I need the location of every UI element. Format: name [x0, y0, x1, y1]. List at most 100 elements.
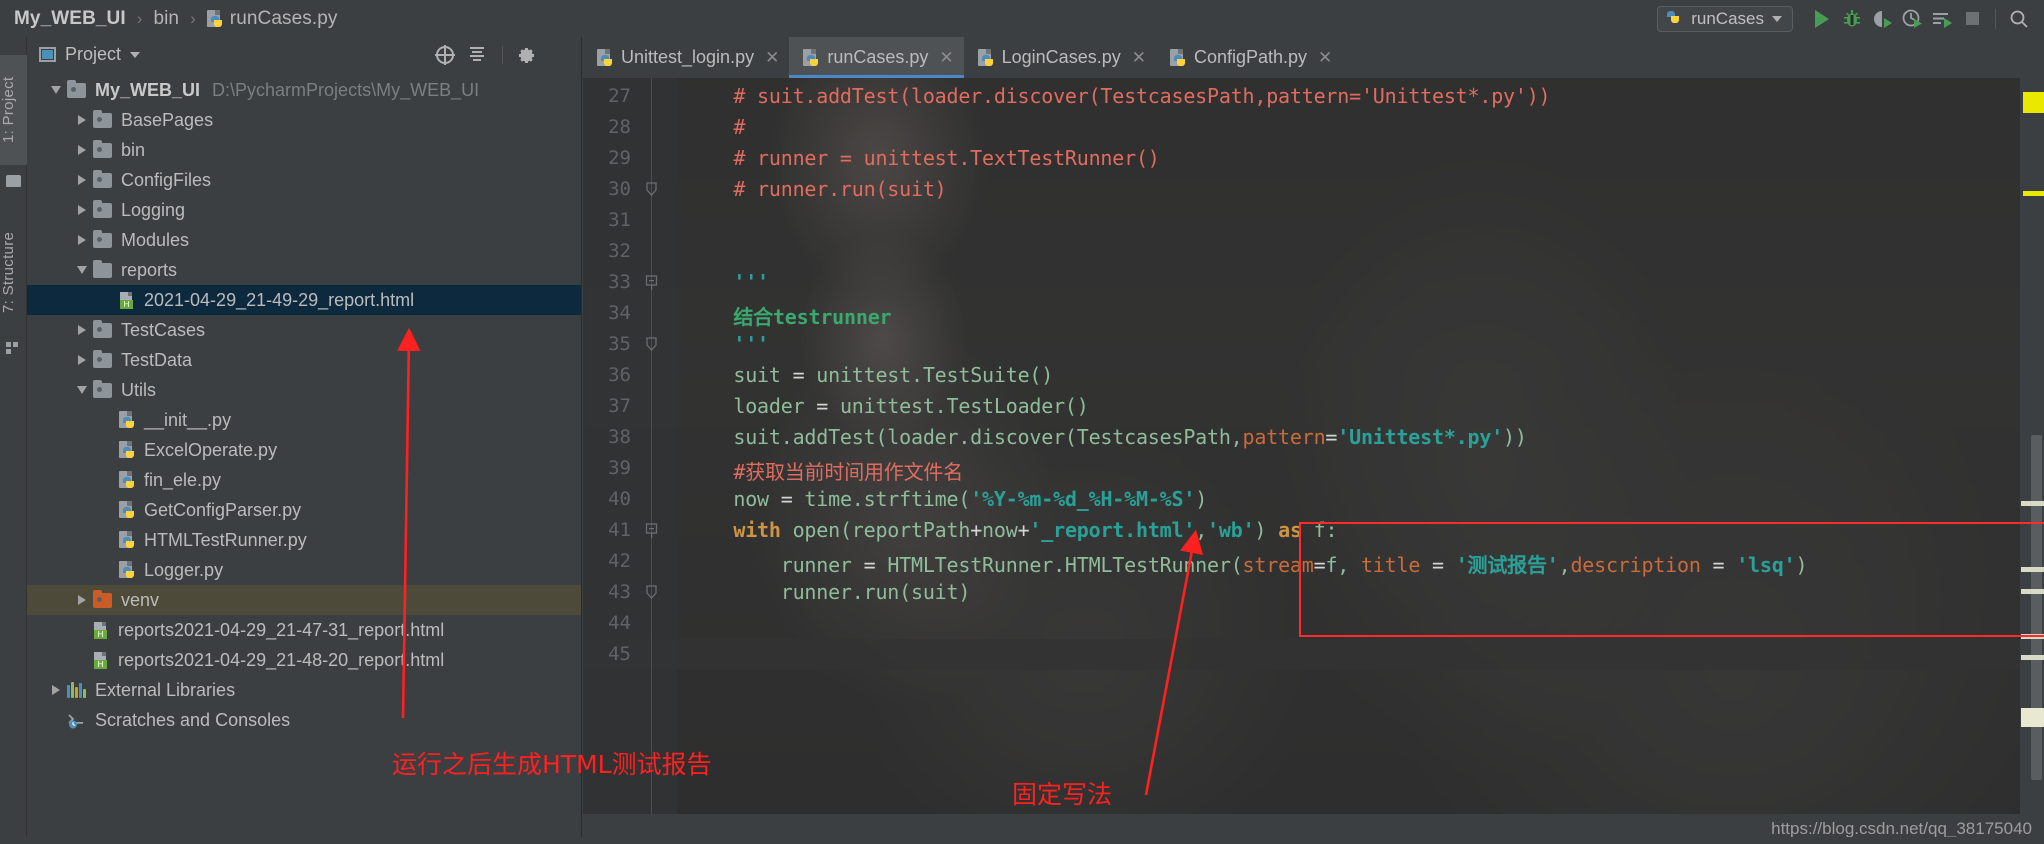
tree-item-testdata[interactable]: TestData	[27, 345, 581, 375]
tree-item-reports2021-04-29-21-47-31-report-html[interactable]: Hreports2021-04-29_21-47-31_report.html	[27, 615, 581, 645]
code-line-43[interactable]: runner.run(suit)	[686, 580, 971, 604]
sidebar-tab-project[interactable]: 1: Project	[0, 55, 27, 165]
coverage-icon[interactable]	[1867, 4, 1897, 34]
locate-icon[interactable]	[435, 44, 455, 65]
profile-icon[interactable]	[1897, 4, 1927, 34]
code-line-35[interactable]: '''	[686, 332, 769, 356]
code-line-41[interactable]: with open(reportPath+now+'_report.html',…	[686, 518, 1337, 542]
code-editor[interactable]: 27 28 29 30 31 32 33 34 35 36 37 38 39 40 41 42 43 44 45 #…	[583, 78, 2044, 844]
run-configuration-selector[interactable]: runCases	[1657, 5, 1793, 32]
tree-item-reports2021-04-29-21-48-20-report-html[interactable]: Hreports2021-04-29_21-48-20_report.html	[27, 645, 581, 675]
markers[interactable]	[2020, 78, 2044, 844]
search-icon[interactable]	[2004, 4, 2034, 34]
sidebar-tab-structure[interactable]: 7: Structure	[0, 212, 27, 332]
code-token: =	[1712, 553, 1737, 577]
code-line-42[interactable]: runner = HTMLTestRunner.HTMLTestRunner(s…	[686, 549, 1808, 578]
code-line-33[interactable]: '''	[686, 270, 769, 294]
tree-item-utils[interactable]: Utils	[27, 375, 581, 405]
chevron-right-icon[interactable]	[71, 145, 93, 155]
code-line-34[interactable]: 结合testrunner	[686, 301, 891, 330]
chevron-down-icon[interactable]	[71, 386, 93, 394]
code-line-37[interactable]: loader = unittest.TestLoader()	[686, 394, 1088, 418]
editor-tab-logincases-py[interactable]: LoginCases.py ✕	[964, 37, 1156, 78]
chevron-down-icon[interactable]	[71, 266, 93, 274]
chevron-right-icon[interactable]	[71, 205, 93, 215]
tree-item-bin[interactable]: bin	[27, 135, 581, 165]
tree-item-htmltestrunner-py[interactable]: HTMLTestRunner.py	[27, 525, 581, 555]
chevron-down-icon[interactable]	[45, 86, 67, 94]
code-line-38[interactable]: suit.addTest(loader.discover(TestcasesPa…	[686, 425, 1527, 449]
chevron-down-icon[interactable]	[1772, 15, 1782, 22]
folder-icon	[93, 199, 112, 218]
warning-marker[interactable]	[2023, 92, 2044, 113]
close-icon[interactable]: ✕	[762, 48, 779, 68]
code-line-40[interactable]: now = time.strftime('%Y-%m-%d_%H-%M-%S')	[686, 487, 1207, 511]
fold-end-icon[interactable]	[645, 585, 659, 599]
tree-item-reports[interactable]: reports	[27, 255, 581, 285]
code-line-36[interactable]: suit = unittest.TestSuite()	[686, 363, 1053, 387]
tree-item-venv[interactable]: venv	[27, 585, 581, 615]
collapse-all-icon[interactable]	[468, 45, 488, 65]
project-panel-title[interactable]: Project	[39, 44, 436, 65]
editor-scrollbar-thumb[interactable]	[2031, 435, 2042, 780]
editor-tab-unittest-login-py[interactable]: Unittest_login.py ✕	[583, 37, 789, 78]
change-marker[interactable]	[2021, 567, 2044, 572]
chevron-right-icon[interactable]	[71, 175, 93, 185]
tree-item-logger-py[interactable]: Logger.py	[27, 555, 581, 585]
code-line-39[interactable]: #获取当前时间用作文件名	[686, 456, 963, 485]
code-line-29[interactable]: # runner = unittest.TextTestRunner()	[686, 146, 1159, 170]
caret-position-marker[interactable]	[2021, 708, 2044, 727]
run-with-console-icon[interactable]	[1927, 4, 1957, 34]
tree-item-2021-04-29-21-49-29-report-html[interactable]: H 2021-04-29_21-49-29_report.html	[27, 285, 581, 315]
breadcrumb-item-file[interactable]: runCases.py	[206, 8, 338, 30]
chevron-down-icon[interactable]	[130, 51, 141, 58]
editor-marker-bar[interactable]	[2020, 37, 2044, 844]
chevron-right-icon[interactable]	[71, 235, 93, 245]
change-marker[interactable]	[2021, 634, 2044, 639]
run-icon[interactable]	[1807, 4, 1837, 34]
tree-item-label: Utils	[121, 379, 156, 400]
chevron-right-icon[interactable]	[71, 115, 93, 125]
tree-item--init-py[interactable]: __init__.py	[27, 405, 581, 435]
fold-start-icon[interactable]	[645, 275, 659, 290]
breadcrumb-item-folder[interactable]: bin	[153, 8, 179, 30]
tree-item-my-web-ui[interactable]: My_WEB_UI D:\PycharmProjects\My_WEB_UI	[27, 75, 581, 105]
minimize-icon[interactable]	[549, 45, 569, 65]
fold-end-icon[interactable]	[645, 337, 659, 351]
change-marker[interactable]	[2021, 501, 2044, 506]
close-icon[interactable]: ✕	[936, 48, 953, 68]
tree-item-modules[interactable]: Modules	[27, 225, 581, 255]
editor-tab-runcases-py[interactable]: runCases.py ✕	[789, 37, 964, 78]
tree-item-fin-ele-py[interactable]: fin_ele.py	[27, 465, 581, 495]
chevron-right-icon[interactable]	[71, 325, 93, 335]
stop-icon[interactable]	[1957, 4, 1987, 34]
tree-item-getconfigparser-py[interactable]: GetConfigParser.py	[27, 495, 581, 525]
chevron-right-icon[interactable]	[45, 685, 67, 695]
tree-item-exceloperate-py[interactable]: ExcelOperate.py	[27, 435, 581, 465]
tree-item-configfiles[interactable]: ConfigFiles	[27, 165, 581, 195]
chevron-right-icon[interactable]	[71, 595, 93, 605]
gear-icon[interactable]	[517, 46, 535, 64]
tree-item-scratches-and-consoles[interactable]: Scratches and Consoles	[27, 705, 581, 735]
change-marker[interactable]	[2021, 655, 2044, 660]
tree-item-basepages[interactable]: BasePages	[27, 105, 581, 135]
error-stripe-marker[interactable]	[2023, 191, 2044, 196]
folder-plain-icon	[93, 259, 112, 278]
close-icon[interactable]: ✕	[1129, 48, 1146, 68]
chevron-right-icon[interactable]	[71, 355, 93, 365]
fold-end-icon[interactable]	[645, 182, 659, 196]
change-marker[interactable]	[2021, 589, 2044, 594]
tree-item-testcases[interactable]: TestCases	[27, 315, 581, 345]
code-line-30[interactable]: # runner.run(suit)	[686, 177, 946, 201]
project-tree[interactable]: My_WEB_UI D:\PycharmProjects\My_WEB_UI Bas…	[27, 72, 581, 735]
tree-item-logging[interactable]: Logging	[27, 195, 581, 225]
fold-start-icon[interactable]	[645, 523, 659, 538]
code-line-27[interactable]: # suit.addTest(loader.discover(Testcases…	[686, 84, 1550, 108]
breadcrumb-item-project[interactable]: My_WEB_UI	[14, 8, 126, 30]
tree-item-external-libraries[interactable]: External Libraries	[27, 675, 581, 705]
debug-icon[interactable]	[1837, 4, 1867, 34]
code-line-28[interactable]: #	[686, 115, 745, 139]
close-icon[interactable]: ✕	[1315, 48, 1332, 68]
editor-gutter[interactable]: 27 28 29 30 31 32 33 34 35 36 37 38 39 40 41 42 43 44 45	[583, 78, 677, 844]
editor-tab-configpath-py[interactable]: ConfigPath.py ✕	[1156, 37, 1342, 78]
